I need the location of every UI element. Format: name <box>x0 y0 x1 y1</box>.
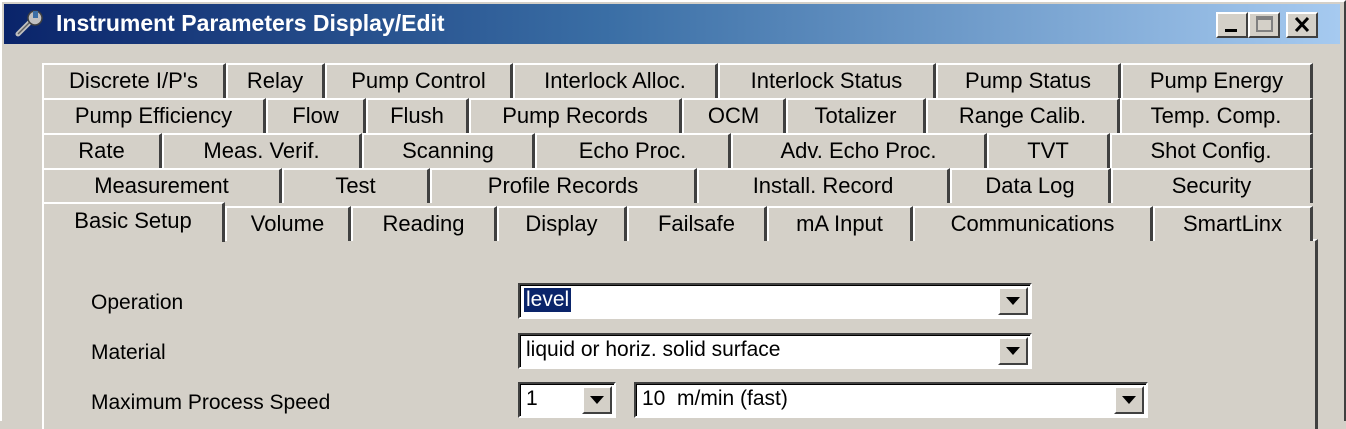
chevron-down-icon <box>1122 396 1136 404</box>
material-value: liquid or horiz. solid surface <box>526 338 781 361</box>
max-process-speed-label: Maximum Process Speed <box>91 391 331 414</box>
maximize-icon <box>1256 16 1273 32</box>
tab-pump-control[interactable]: Pump Control <box>325 63 513 98</box>
tab-adv-echo-proc[interactable]: Adv. Echo Proc. <box>731 133 987 168</box>
tab-install-record[interactable]: Install. Record <box>697 168 950 203</box>
tab-totalizer[interactable]: Totalizer <box>786 98 926 133</box>
title-bar[interactable]: Instrument Parameters Display/Edit <box>4 4 1340 44</box>
tab-row-2: Pump Efficiency Flow Flush Pump Records … <box>42 98 1314 133</box>
tab-security[interactable]: Security <box>1111 168 1313 203</box>
close-button[interactable] <box>1286 12 1318 38</box>
tab-temp-comp[interactable]: Temp. Comp. <box>1120 98 1313 133</box>
tab-pump-efficiency[interactable]: Pump Efficiency <box>42 98 266 133</box>
close-icon <box>1294 16 1310 33</box>
chevron-down-icon <box>590 396 604 404</box>
tab-display[interactable]: Display <box>497 206 627 241</box>
max-process-speed-select[interactable]: 10 m/min (fast) <box>634 382 1148 418</box>
tab-profile-records[interactable]: Profile Records <box>430 168 697 203</box>
material-label: Material <box>91 341 166 364</box>
tab-flow[interactable]: Flow <box>266 98 366 133</box>
point-value: 1 <box>526 387 538 410</box>
tab-pump-energy[interactable]: Pump Energy <box>1121 63 1313 98</box>
tab-failsafe[interactable]: Failsafe <box>627 206 767 241</box>
tab-row-4: Measurement Test Profile Records Install… <box>42 168 1314 203</box>
operation-select[interactable]: level <box>518 283 1032 319</box>
maximize-button[interactable] <box>1248 12 1280 38</box>
tab-row-3: Rate Meas. Verif. Scanning Echo Proc. Ad… <box>42 133 1314 168</box>
minimize-button[interactable] <box>1216 12 1248 38</box>
tab-basic-setup[interactable]: Basic Setup <box>42 202 225 242</box>
tab-pump-records[interactable]: Pump Records <box>469 98 682 133</box>
tab-volume[interactable]: Volume <box>225 206 351 241</box>
minimize-icon <box>1225 29 1237 32</box>
tab-row-1: Discrete I/P's Relay Pump Control Interl… <box>42 63 1314 98</box>
tab-range-calib[interactable]: Range Calib. <box>926 98 1120 133</box>
chevron-down-icon <box>1006 347 1020 355</box>
point-select[interactable]: 1 <box>518 382 616 418</box>
tab-rate[interactable]: Rate <box>42 133 162 168</box>
tab-discrete-ips[interactable]: Discrete I/P's <box>42 63 226 98</box>
operation-label: Operation <box>91 291 184 314</box>
wrench-icon <box>14 10 46 38</box>
point-dropdown-button[interactable] <box>582 386 612 414</box>
tab-panel-basic-setup: Operation level Material liquid or horiz… <box>42 239 1318 429</box>
tab-smartlinx[interactable]: SmartLinx <box>1153 206 1313 241</box>
tab-communications[interactable]: Communications <box>913 206 1153 241</box>
material-select[interactable]: liquid or horiz. solid surface <box>518 333 1032 369</box>
tab-row-5: Basic Setup Volume Reading Display Fails… <box>42 202 1314 242</box>
tab-interlock-status[interactable]: Interlock Status <box>718 63 936 98</box>
tab-flush[interactable]: Flush <box>366 98 469 133</box>
tab-data-log[interactable]: Data Log <box>950 168 1111 203</box>
operation-dropdown-button[interactable] <box>998 287 1028 315</box>
tab-tvt[interactable]: TVT <box>987 133 1110 168</box>
material-dropdown-button[interactable] <box>998 337 1028 365</box>
window-title: Instrument Parameters Display/Edit <box>56 10 445 36</box>
tab-test[interactable]: Test <box>282 168 430 203</box>
tab-relay[interactable]: Relay <box>226 63 325 98</box>
tab-reading[interactable]: Reading <box>351 206 497 241</box>
tab-interlock-alloc[interactable]: Interlock Alloc. <box>513 63 718 98</box>
chevron-down-icon <box>1006 297 1020 305</box>
tab-ocm[interactable]: OCM <box>682 98 786 133</box>
instrument-parameters-window: Instrument Parameters Display/Edit Discr… <box>0 0 1346 429</box>
operation-value: level <box>522 287 573 313</box>
tab-scanning[interactable]: Scanning <box>362 133 535 168</box>
max-process-speed-value: 10 m/min (fast) <box>642 387 788 410</box>
tab-echo-proc[interactable]: Echo Proc. <box>535 133 731 168</box>
max-process-speed-dropdown-button[interactable] <box>1114 386 1144 414</box>
tab-pump-status[interactable]: Pump Status <box>936 63 1121 98</box>
tab-ma-input[interactable]: mA Input <box>767 206 913 241</box>
tab-shot-config[interactable]: Shot Config. <box>1110 133 1313 168</box>
tab-meas-verif[interactable]: Meas. Verif. <box>162 133 362 168</box>
tab-measurement[interactable]: Measurement <box>42 168 282 203</box>
